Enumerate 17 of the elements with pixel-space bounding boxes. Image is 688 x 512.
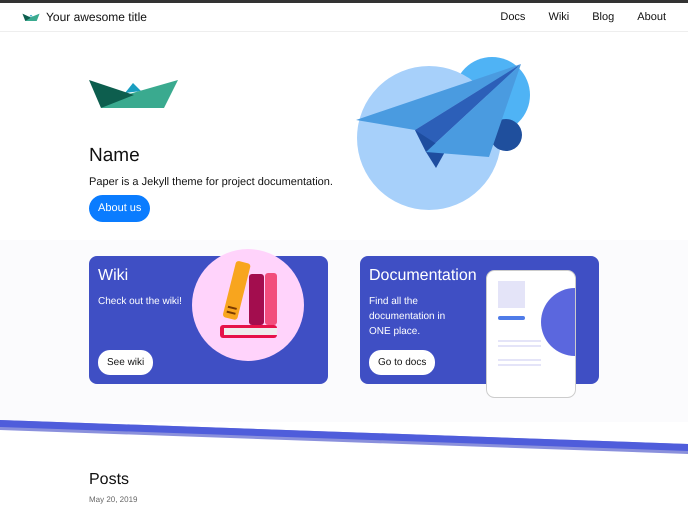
card-text: Check out the wiki! [98,295,183,310]
card-button[interactable]: See wiki [98,350,154,375]
hero-heading: Name [89,145,141,168]
nav-link[interactable]: About [637,8,666,26]
about-button[interactable]: About us [89,195,150,222]
card-button[interactable]: Go to docs [369,350,436,375]
boat-logo-icon[interactable] [22,13,40,21]
card-title: Wiki [98,266,130,286]
hero-description: Paper is a Jekyll theme for project documentation. [89,174,334,190]
posts-heading: Posts [89,470,130,490]
card-text: Find all the documentation in ONE place. [369,295,446,340]
post-date: May 20, 2019 [89,495,138,505]
nav-link[interactable]: Wiki [548,8,570,26]
card-title: Documentation [369,266,478,286]
nav-link[interactable]: Blog [592,8,614,26]
site-title[interactable]: Your awesome title [46,8,147,26]
nav-link[interactable]: Docs [500,8,526,26]
